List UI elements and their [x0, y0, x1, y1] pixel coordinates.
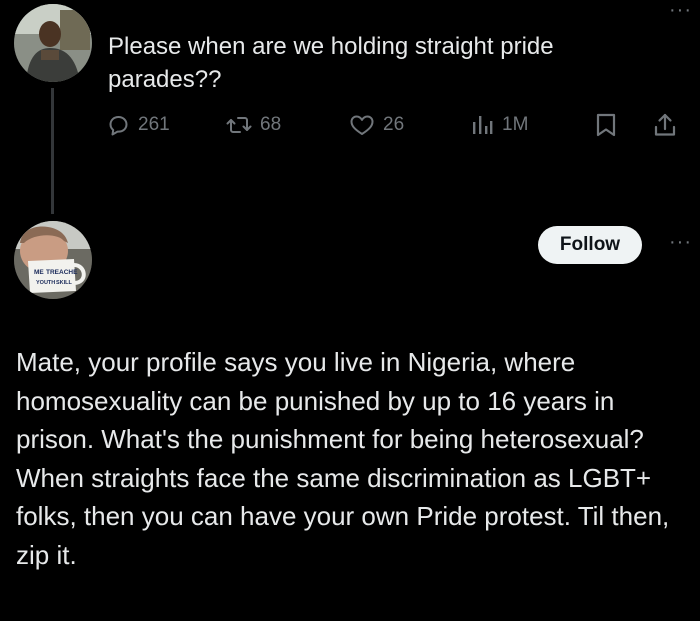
mug-text-line-2: TREACHE [46, 269, 78, 276]
follow-button[interactable]: Follow [538, 226, 642, 264]
avatar-original-poster[interactable] [14, 4, 92, 82]
reply-icon [106, 113, 130, 137]
reply-paragraph: Mate, your profile says you live in Nige… [16, 347, 644, 454]
tweet-text: Please when are we holding straight prid… [108, 33, 554, 93]
mug-text-line-4: SKILL [56, 280, 73, 286]
more-icon[interactable]: ··· [669, 0, 692, 20]
repost-button[interactable]: 68 [226, 110, 281, 140]
heart-icon [349, 113, 375, 137]
reply-text: Mate, your profile says you live in Nige… [16, 343, 686, 574]
reply-count: 261 [138, 114, 170, 135]
share-button[interactable] [653, 110, 677, 140]
bookmark-icon [595, 112, 617, 138]
avatar-reply-author[interactable]: ME TREACHE YOUTH SKILL [14, 221, 92, 299]
repost-icon [226, 113, 252, 137]
reply-paragraph: When straights face the same discriminat… [16, 462, 670, 570]
more-icon[interactable]: ··· [669, 232, 692, 252]
views-button[interactable]: 1M [470, 110, 528, 140]
thread-connector-line [51, 88, 54, 214]
mug-text-line-3: YOUTH [36, 280, 55, 286]
views-icon [470, 113, 494, 137]
bookmark-button[interactable] [595, 110, 617, 140]
reply-button[interactable]: 261 [106, 110, 170, 140]
share-icon [653, 112, 677, 138]
repost-count: 68 [260, 114, 282, 135]
like-count: 26 [383, 114, 405, 135]
views-count: 1M [502, 114, 529, 135]
mug-text-line-1: ME [34, 269, 44, 276]
like-button[interactable]: 26 [349, 110, 404, 140]
